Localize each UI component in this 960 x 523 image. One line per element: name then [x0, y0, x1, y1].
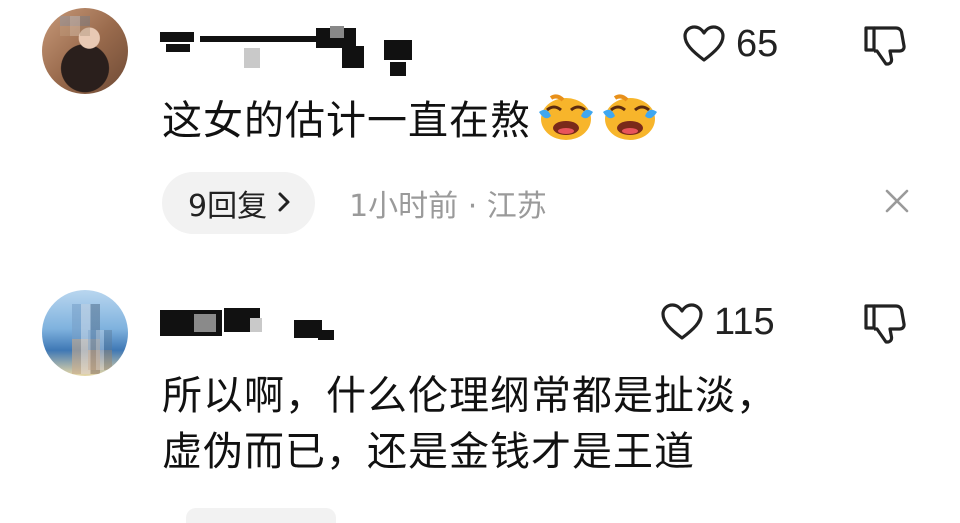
like-count: 115: [714, 300, 775, 343]
like-count: 65: [736, 22, 779, 65]
laughing-crying-emoji-icon: [601, 92, 659, 142]
user-avatar[interactable]: [42, 290, 128, 376]
name-pixel: [250, 318, 262, 332]
view-replies-button-partial[interactable]: [186, 508, 336, 523]
comment-item: 115 所以啊，什么伦理纲常都是扯淡， 虚伪而已，还是金钱才是王道: [0, 280, 960, 523]
comment-text-line: 所以啊，什么伦理纲常都是扯淡，: [162, 373, 777, 419]
comment-meta: 9回复 1小时前 · 江苏: [162, 172, 547, 234]
user-avatar[interactable]: [42, 8, 128, 94]
name-pixel: [244, 48, 260, 68]
like-button[interactable]: 65: [682, 22, 778, 66]
comment-text-line: 虚伪而已，还是金钱才是王道: [162, 429, 695, 475]
name-fragment: [342, 46, 364, 68]
username-pixelated[interactable]: [160, 298, 420, 340]
like-button[interactable]: 115: [660, 300, 775, 344]
name-fragment: [200, 36, 320, 42]
name-fragment: [166, 44, 190, 52]
reply-count-label: 9回复: [188, 189, 268, 224]
view-replies-button[interactable]: 9回复: [162, 172, 316, 234]
comment-text: 所以啊，什么伦理纲常都是扯淡， 虚伪而已，还是金钱才是王道: [162, 368, 922, 480]
name-fragment: [160, 32, 194, 42]
dislike-icon[interactable]: [862, 300, 908, 346]
comment-text-body: 这女的估计一直在熬: [162, 98, 531, 144]
heart-icon: [660, 302, 704, 342]
comment-item: 65 这女的估计一直在熬 9回复 1小时前 · 江苏: [0, 0, 960, 270]
name-fragment: [390, 62, 406, 76]
avatar-detail: [60, 16, 90, 36]
name-fragment: [318, 330, 334, 340]
name-fragment: [384, 40, 412, 60]
name-pixel: [330, 26, 344, 38]
comment-text: 这女的估计一直在熬: [162, 92, 659, 149]
time-location: 1小时前 · 江苏: [349, 189, 547, 224]
username-pixelated[interactable]: [160, 18, 420, 76]
laughing-crying-emoji-icon: [537, 92, 595, 142]
avatar-detail: [88, 330, 112, 370]
chevron-right-icon: [277, 186, 291, 221]
dislike-icon[interactable]: [862, 22, 908, 68]
heart-icon: [682, 24, 726, 64]
close-icon[interactable]: [882, 186, 912, 216]
name-pixel: [194, 314, 216, 332]
